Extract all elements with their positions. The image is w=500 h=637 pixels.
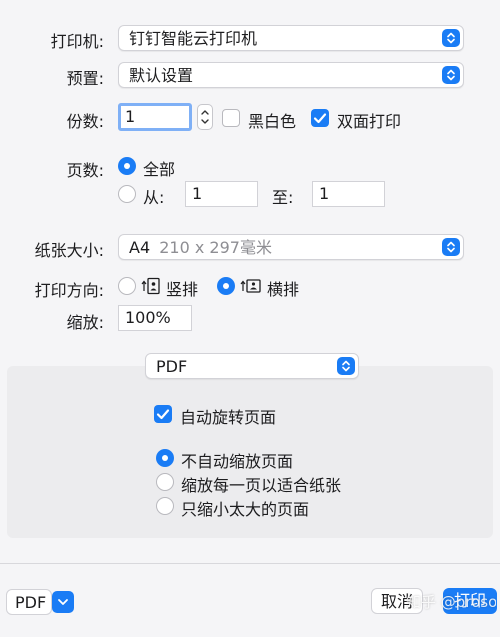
paper-size-label: 纸张大小:: [34, 241, 104, 260]
duplex-label: 双面打印: [337, 112, 402, 131]
portrait-radio[interactable]: [118, 277, 136, 295]
pages-range-radio[interactable]: [118, 185, 136, 203]
shrink-large-label: 只缩小太大的页面: [181, 500, 310, 519]
footer-divider: [0, 563, 500, 564]
checkmark-icon: [156, 409, 170, 420]
portrait-orientation-icon: [141, 277, 160, 295]
duplex-checkbox[interactable]: [311, 109, 329, 127]
copies-input[interactable]: 1: [118, 103, 192, 131]
printer-select-value: 钉钉智能云打印机: [129, 29, 258, 48]
section-select[interactable]: PDF: [145, 353, 359, 379]
no-scale-radio[interactable]: [156, 449, 174, 467]
stepper-icon: [201, 110, 209, 124]
paper-size-detail: 210 x 297毫米: [159, 238, 272, 257]
copies-stepper[interactable]: [197, 104, 213, 130]
popup-arrows-icon: [442, 66, 460, 84]
auto-rotate-label: 自动旋转页面: [180, 408, 277, 427]
pages-to-input[interactable]: 1: [312, 181, 385, 207]
fit-paper-radio[interactable]: [156, 473, 174, 491]
scale-input[interactable]: 100%: [118, 305, 192, 331]
pdf-menu-label: PDF: [15, 593, 47, 612]
print-button[interactable]: 打印: [443, 588, 497, 614]
bw-checkbox[interactable]: [222, 109, 240, 127]
pdf-menu-button[interactable]: PDF: [6, 589, 52, 615]
pages-label: 页数:: [66, 161, 104, 180]
section-select-value: PDF: [156, 357, 188, 376]
orientation-label: 打印方向:: [34, 281, 104, 300]
popup-arrows-icon: [442, 238, 460, 256]
bw-label: 黑白色: [248, 112, 297, 131]
auto-rotate-checkbox[interactable]: [154, 405, 172, 423]
cancel-button[interactable]: 取消: [371, 588, 423, 614]
landscape-label: 横排: [267, 280, 300, 299]
fit-paper-label: 缩放每一页以适合纸张: [181, 476, 342, 495]
paper-size-value: A4: [129, 238, 151, 257]
preset-select-value: 默认设置: [129, 66, 194, 85]
checkmark-icon: [313, 113, 327, 124]
printer-label: 打印机:: [50, 32, 104, 51]
pages-to-label: 至:: [272, 188, 294, 207]
no-scale-label: 不自动缩放页面: [181, 452, 294, 471]
chevron-down-icon[interactable]: [52, 591, 74, 613]
pages-all-radio[interactable]: [118, 157, 136, 175]
popup-arrows-icon: [337, 357, 355, 375]
shrink-large-radio[interactable]: [156, 497, 174, 515]
pages-all-label: 全部: [143, 160, 176, 179]
preset-select[interactable]: 默认设置: [118, 62, 464, 88]
portrait-label: 竖排: [166, 280, 199, 299]
pages-from-input[interactable]: 1: [185, 181, 258, 207]
landscape-orientation-icon: [240, 279, 261, 293]
paper-size-select[interactable]: A4 210 x 297毫米: [118, 234, 464, 260]
scale-label: 缩放:: [66, 313, 104, 332]
copies-label: 份数:: [66, 112, 104, 131]
pages-from-label: 从:: [143, 188, 165, 207]
preset-label: 预置:: [66, 69, 104, 88]
popup-arrows-icon: [442, 29, 460, 47]
printer-select[interactable]: 钉钉智能云打印机: [118, 25, 464, 51]
landscape-radio[interactable]: [217, 277, 235, 295]
